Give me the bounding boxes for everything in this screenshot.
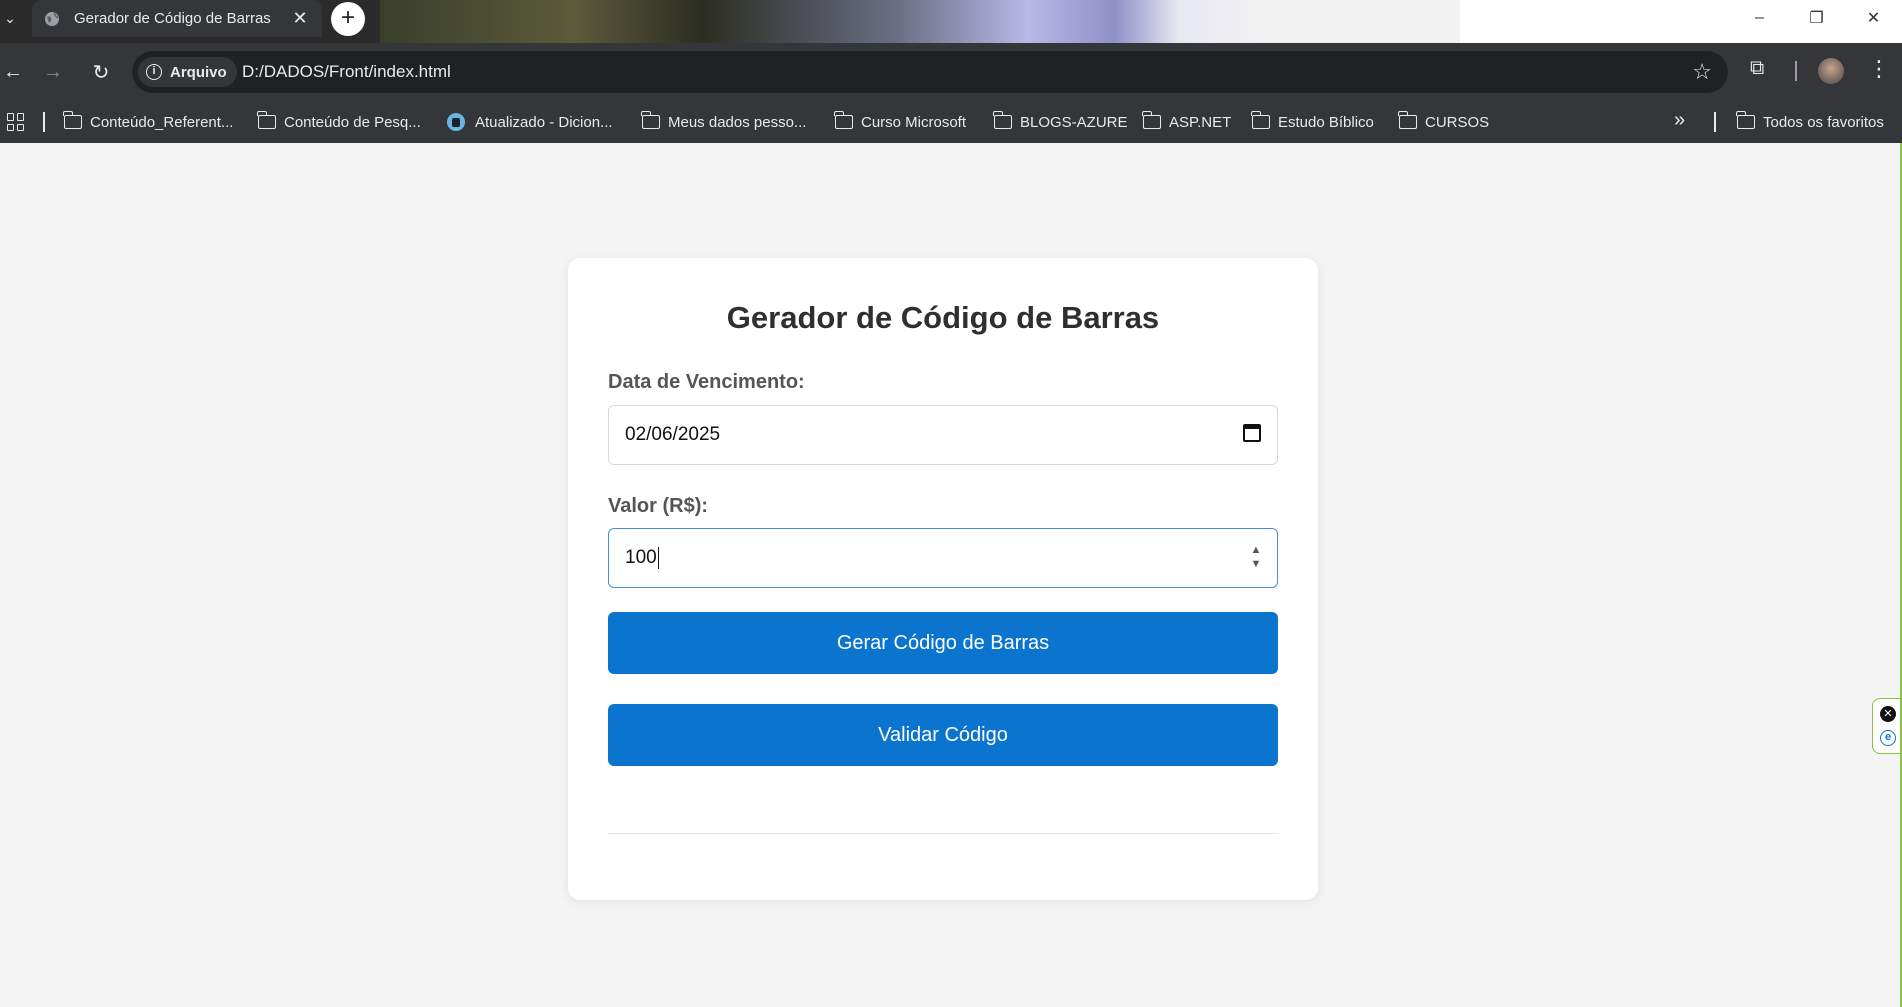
bookmark-label: Atualizado - Dicion... bbox=[475, 113, 613, 131]
close-window-icon[interactable]: ✕ bbox=[1845, 0, 1902, 36]
increment-arrow-icon[interactable]: ▲ bbox=[1249, 543, 1263, 557]
bookmarks-bar: Conteúdo_Referent... Conteúdo de Pesq...… bbox=[0, 101, 1902, 143]
globe-icon bbox=[45, 11, 59, 26]
bookmark-item[interactable]: ASP.NET bbox=[1142, 111, 1232, 133]
bookmark-label: Conteúdo de Pesq... bbox=[284, 113, 421, 131]
info-icon: i bbox=[146, 64, 162, 80]
extension-side-widget[interactable]: ✕ e bbox=[1872, 698, 1902, 754]
bookmark-label: Meus dados pesso... bbox=[668, 113, 807, 131]
due-date-value: 02/06/2025 bbox=[625, 424, 721, 445]
validate-code-button[interactable]: Validar Código bbox=[608, 704, 1278, 766]
calendar-icon[interactable] bbox=[1243, 424, 1261, 442]
bookmark-label: Todos os favoritos bbox=[1763, 113, 1884, 131]
bookmark-label: BLOGS-AZURE bbox=[1020, 113, 1128, 131]
folder-icon bbox=[1736, 111, 1755, 129]
bookmarks-overflow-icon[interactable]: » bbox=[1674, 109, 1685, 132]
result-divider bbox=[608, 833, 1278, 834]
tab-active[interactable]: Gerador de Código de Barras ✕ bbox=[32, 0, 322, 37]
bookmark-item[interactable]: Atualizado - Dicion... bbox=[447, 111, 613, 133]
folder-icon bbox=[641, 111, 660, 129]
bookmark-label: CURSOS bbox=[1425, 113, 1490, 131]
edge-e-icon[interactable]: e bbox=[1880, 730, 1896, 746]
folder-icon bbox=[834, 111, 853, 129]
site-info-label: Arquivo bbox=[170, 63, 227, 81]
bookmark-label: Conteúdo_Referent... bbox=[90, 113, 234, 131]
close-circle-icon[interactable]: ✕ bbox=[1880, 706, 1896, 722]
bookmark-label: ASP.NET bbox=[1169, 113, 1232, 131]
bookmark-item[interactable]: CURSOS bbox=[1398, 111, 1490, 133]
minimize-icon[interactable]: – bbox=[1731, 0, 1788, 36]
back-arrow-icon[interactable]: ← bbox=[0, 57, 28, 87]
new-tab-button[interactable]: + bbox=[331, 2, 365, 36]
amount-input[interactable]: 100 ▲ ▼ bbox=[608, 528, 1278, 588]
due-date-label: Data de Vencimento: bbox=[608, 371, 805, 393]
tab-search-chevron-icon[interactable]: ⌄ bbox=[0, 4, 20, 32]
generate-barcode-button[interactable]: Gerar Código de Barras bbox=[608, 612, 1278, 674]
all-bookmarks-item[interactable]: Todos os favoritos bbox=[1736, 111, 1884, 133]
restore-icon[interactable]: ❐ bbox=[1788, 0, 1845, 36]
address-bar[interactable]: i Arquivo D:/DADOS/Front/index.html ☆ bbox=[132, 51, 1728, 93]
folder-icon bbox=[63, 111, 82, 129]
tab-title: Gerador de Código de Barras bbox=[74, 10, 271, 27]
page-title: Gerador de Código de Barras bbox=[726, 300, 1160, 335]
page-content: Gerador de Código de Barras Data de Venc… bbox=[0, 143, 1902, 1007]
window-title-bar: ⌄ Gerador de Código de Barras ✕ + – ❐ ✕ bbox=[0, 0, 1902, 43]
amount-value: 100 bbox=[625, 547, 657, 569]
text-caret bbox=[657, 547, 660, 569]
forward-arrow-icon[interactable]: → bbox=[38, 57, 68, 87]
dictionary-site-icon bbox=[447, 113, 465, 131]
window-controls: – ❐ ✕ bbox=[1731, 0, 1902, 36]
bookmark-item[interactable]: Curso Microsoft bbox=[834, 111, 967, 133]
folder-icon bbox=[257, 111, 276, 129]
folder-icon bbox=[1251, 111, 1270, 129]
bookmarks-divider bbox=[43, 112, 45, 132]
reload-icon[interactable]: ↻ bbox=[86, 57, 116, 87]
more-menu-icon[interactable]: ⋮ bbox=[1868, 56, 1890, 82]
barcode-form-card: Gerador de Código de Barras Data de Venc… bbox=[568, 258, 1318, 900]
bookmark-item[interactable]: Conteúdo_Referent... bbox=[63, 111, 234, 133]
bookmark-item[interactable]: Meus dados pesso... bbox=[641, 111, 807, 133]
bookmark-star-icon[interactable]: ☆ bbox=[1692, 59, 1712, 85]
extensions-puzzle-icon[interactable]: ⧉ bbox=[1750, 57, 1764, 80]
bookmark-item[interactable]: Conteúdo de Pesq... bbox=[257, 111, 421, 133]
site-info-chip[interactable]: i Arquivo bbox=[138, 57, 237, 87]
profile-avatar[interactable] bbox=[1818, 58, 1844, 84]
toolbar-divider bbox=[1795, 61, 1797, 81]
folder-icon bbox=[993, 111, 1012, 129]
due-date-input[interactable]: 02/06/2025 bbox=[608, 405, 1278, 465]
url-text[interactable]: D:/DADOS/Front/index.html bbox=[242, 62, 451, 82]
apps-grid-icon[interactable] bbox=[7, 113, 25, 131]
folder-icon bbox=[1142, 111, 1161, 129]
desktop-wallpaper bbox=[380, 0, 1460, 43]
bookmarks-divider bbox=[1714, 112, 1716, 132]
bookmark-label: Estudo Bíblico bbox=[1278, 113, 1374, 131]
bookmark-item[interactable]: Estudo Bíblico bbox=[1251, 111, 1374, 133]
browser-toolbar: ← → ↻ i Arquivo D:/DADOS/Front/index.htm… bbox=[0, 43, 1902, 101]
amount-label: Valor (R$): bbox=[608, 495, 709, 517]
close-tab-icon[interactable]: ✕ bbox=[290, 8, 310, 29]
folder-icon bbox=[1398, 111, 1417, 129]
decrement-arrow-icon[interactable]: ▼ bbox=[1249, 557, 1263, 571]
number-spinner[interactable]: ▲ ▼ bbox=[1249, 543, 1263, 573]
bookmark-label: Curso Microsoft bbox=[861, 113, 967, 131]
bookmark-item[interactable]: BLOGS-AZURE bbox=[993, 111, 1128, 133]
